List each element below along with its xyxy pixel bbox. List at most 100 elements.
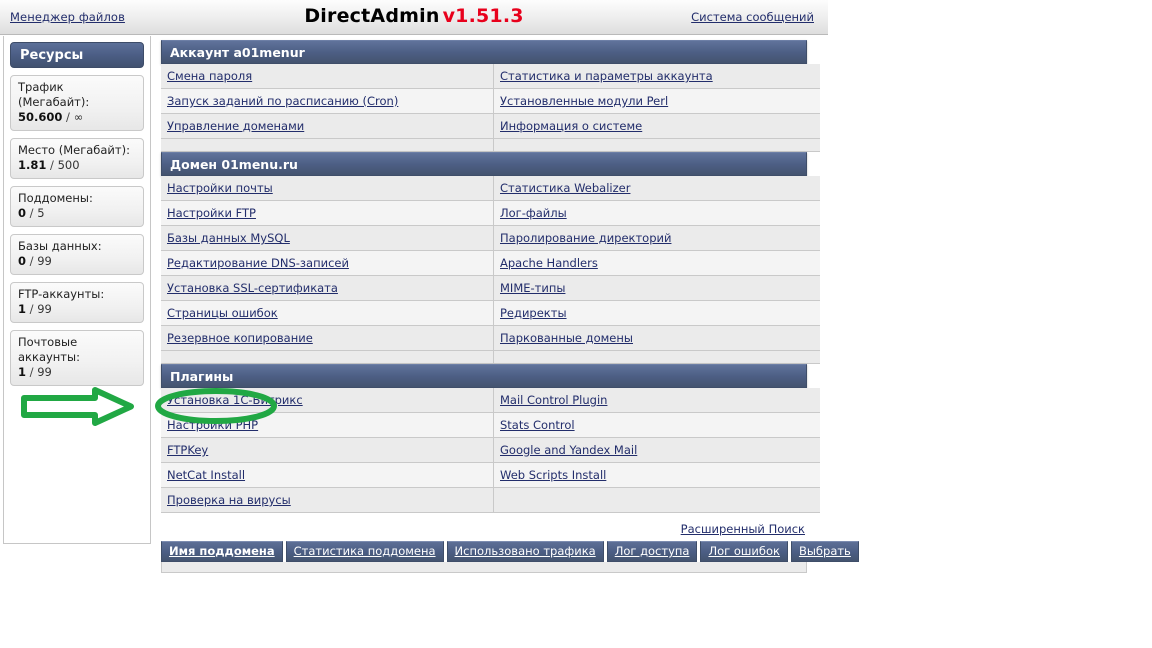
link-cell-left: Запуск заданий по расписанию (Cron) (161, 88, 494, 114)
table-row: Проверка на вирусы (161, 487, 820, 513)
message-system-link[interactable]: Система сообщений (691, 10, 814, 24)
section-link-table: Настройки почты Статистика Webalizer Настр… (161, 176, 820, 351)
panel-link[interactable]: Паркованные домены (500, 331, 633, 345)
link-cell-right: Лог-файлы (493, 200, 820, 226)
resource-max: 99 (37, 302, 52, 316)
panel-link[interactable]: Настройки почты (167, 181, 273, 195)
resource-separator: / (62, 110, 74, 124)
panel-link[interactable]: Информация о системе (500, 119, 642, 133)
panel-link[interactable]: Редактирование DNS-записей (167, 256, 349, 270)
link-cell-right: Stats Control (493, 412, 820, 438)
link-cell-right: Паролирование директорий (493, 225, 820, 251)
link-cell-right: Информация о системе (493, 113, 820, 139)
resource-value: 0 / 5 (18, 206, 45, 220)
section-heading: Аккаунт a01menur (161, 40, 807, 64)
link-cell-left: Базы данных MySQL (161, 225, 494, 251)
panel-link[interactable]: MIME-типы (500, 281, 565, 295)
resources-sidebar: Ресурсы Трафик (Мегабайт): 50.600 / ∞ Мест… (3, 36, 151, 544)
resource-used: 1 (18, 365, 27, 379)
toolbar-button[interactable]: Выбрать (790, 541, 859, 562)
resource-used: 50.600 (18, 110, 63, 124)
panel-link[interactable]: Установка SSL-сертификата (167, 281, 338, 295)
link-cell-right: Google and Yandex Mail (493, 437, 820, 463)
link-cell-left: Редактирование DNS-записей (161, 250, 494, 276)
table-row: Запуск заданий по расписанию (Cron) Устан… (161, 88, 820, 114)
panel-link[interactable]: Apache Handlers (500, 256, 598, 270)
panel-link[interactable]: Google and Yandex Mail (500, 443, 637, 457)
advanced-search-row: Расширенный Поиск (161, 513, 807, 541)
toolbar-button[interactable]: Лог доступа (606, 541, 698, 562)
toolbar-button[interactable]: Имя поддомена (161, 541, 283, 562)
table-row: Смена пароля Статистика и параметры аккау… (161, 64, 820, 89)
panel-link[interactable]: Настройки PHP (167, 418, 258, 432)
section-link-table: Установка 1С-Битрикс Mail Control Plugin Н… (161, 388, 820, 513)
resource-value: 1 / 99 (18, 365, 52, 379)
link-cell-right: Web Scripts Install (493, 462, 820, 488)
link-cell-left: NetCat Install (161, 462, 494, 488)
resource-separator: / (26, 365, 38, 379)
resource-used: 0 (18, 206, 27, 220)
table-row: Редактирование DNS-записей Apache Handler… (161, 250, 820, 276)
section-heading: Плагины (161, 364, 807, 388)
panel-link[interactable]: Запуск заданий по расписанию (Cron) (167, 94, 398, 108)
advanced-search-link[interactable]: Расширенный Поиск (681, 522, 805, 536)
sidebar-title: Ресурсы (10, 42, 144, 68)
resource-separator: / (26, 302, 38, 316)
table-row: NetCat Install Web Scripts Install (161, 462, 820, 488)
panel-link[interactable]: Установленные модули Perl (500, 94, 668, 108)
link-cell-left: FTPKey (161, 437, 494, 463)
toolbar-button[interactable]: Лог ошибок (700, 541, 788, 562)
table-row: Настройки PHP Stats Control (161, 412, 820, 438)
link-cell-left: Проверка на вирусы (161, 487, 494, 513)
resource-max: 500 (57, 158, 80, 172)
resource-item: FTP-аккаунты: 1 / 99 (10, 282, 144, 323)
toolbar-button[interactable]: Статистика поддомена (285, 541, 444, 562)
panel-link[interactable]: Статистика Webalizer (500, 181, 630, 195)
section-spacer (161, 351, 820, 364)
panel-link[interactable]: Лог-файлы (500, 206, 567, 220)
resource-item: Поддомены: 0 / 5 (10, 186, 144, 227)
table-row: Настройки почты Статистика Webalizer (161, 176, 820, 201)
resource-value: 1 / 99 (18, 302, 52, 316)
link-cell-left: Настройки FTP (161, 200, 494, 226)
toolbar-underrow (161, 562, 807, 573)
toolbar-button[interactable]: Использовано трафика (446, 541, 604, 562)
link-cell-right: Apache Handlers (493, 250, 820, 276)
resource-label: Базы данных: (18, 239, 102, 253)
resource-separator: / (26, 206, 38, 220)
panel-link[interactable]: Страницы ошибок (167, 306, 278, 320)
panel-link[interactable]: Базы данных MySQL (167, 231, 290, 245)
panel-link[interactable]: Смена пароля (167, 69, 252, 83)
panel-link[interactable]: Резервное копирование (167, 331, 313, 345)
panel-link[interactable]: Редиректы (500, 306, 567, 320)
panel-link[interactable]: Stats Control (500, 418, 575, 432)
panel-link[interactable]: Проверка на вирусы (167, 493, 291, 507)
panel-link[interactable]: Установка 1С-Битрикс (167, 393, 303, 407)
resource-label: FTP-аккаунты: (18, 287, 105, 301)
link-cell-left: Установка 1С-Битрикс (161, 388, 494, 413)
panel-link[interactable]: NetCat Install (167, 468, 245, 482)
table-row: Установка SSL-сертификата MIME-типы (161, 275, 820, 301)
link-cell-left: Установка SSL-сертификата (161, 275, 494, 301)
link-cell-left: Настройки почты (161, 176, 494, 201)
link-cell-right: Установленные модули Perl (493, 88, 820, 114)
resource-item: Трафик (Мегабайт): 50.600 / ∞ (10, 75, 144, 131)
panel-link[interactable]: Паролирование директорий (500, 231, 671, 245)
panel-link[interactable]: Web Scripts Install (500, 468, 606, 482)
panel-link[interactable]: FTPKey (167, 443, 208, 457)
panel-link[interactable]: Статистика и параметры аккаунта (500, 69, 713, 83)
resource-item: Базы данных: 0 / 99 (10, 234, 144, 275)
link-cell-left: Страницы ошибок (161, 300, 494, 326)
resource-max: 5 (37, 206, 45, 220)
resource-used: 1 (18, 302, 27, 316)
subdomain-toolbar: Имя поддомена Статистика поддомена Использ… (161, 541, 859, 562)
table-row: Базы данных MySQL Паролирование директори… (161, 225, 820, 251)
panel-link[interactable]: Настройки FTP (167, 206, 256, 220)
link-cell-left: Смена пароля (161, 64, 494, 89)
link-cell-left: Настройки PHP (161, 412, 494, 438)
panel-link[interactable]: Управление доменами (167, 119, 304, 133)
resource-max: 99 (37, 254, 52, 268)
brand-name: DirectAdmin (304, 5, 440, 27)
panel-link[interactable]: Mail Control Plugin (500, 393, 607, 407)
resource-used: 0 (18, 254, 27, 268)
